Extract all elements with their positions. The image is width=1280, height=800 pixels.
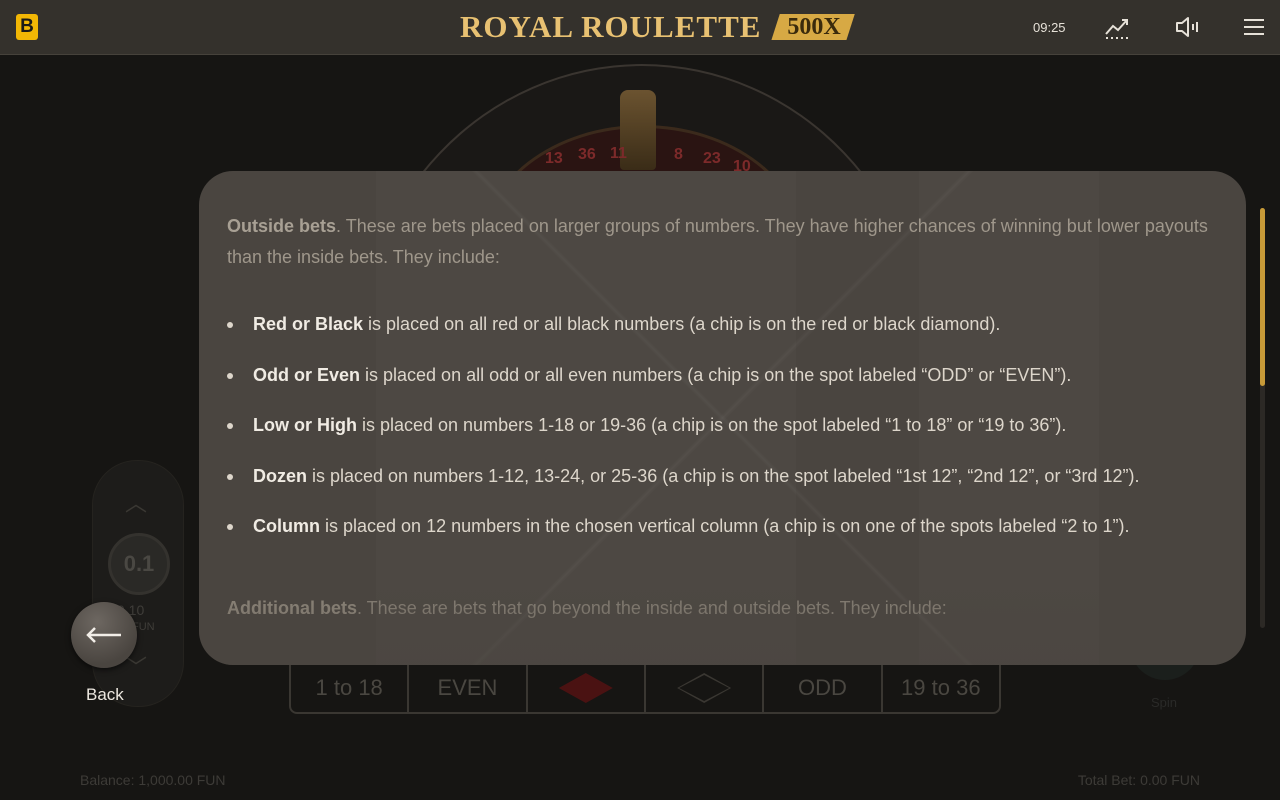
board-cell-low[interactable]: 1 to 18	[291, 664, 410, 712]
game-title-text: ROYAL ROULETTE	[460, 9, 762, 44]
wheel-number: 36	[578, 146, 596, 163]
additional-bets-intro: Additional bets. These are bets that go …	[227, 598, 947, 619]
betting-board: 1 to 18 EVEN ODD 19 to 36	[289, 664, 1001, 714]
balance-text: Balance: 1,000.00 FUN	[80, 772, 226, 788]
red-diamond-icon	[558, 673, 613, 703]
menu-icon[interactable]	[1241, 14, 1267, 40]
wheel-number: 13	[545, 150, 563, 167]
back-button[interactable]	[71, 602, 137, 668]
list-item: Dozen is placed on numbers 1-12, 13-24, …	[227, 461, 1217, 492]
bet-term: Column	[253, 516, 320, 536]
arrow-left-icon	[86, 627, 121, 643]
history-chart-icon[interactable]	[1104, 14, 1130, 40]
total-bet-text: Total Bet: 0.00 FUN	[1077, 772, 1200, 788]
list-item: Column is placed on 12 numbers in the ch…	[227, 511, 1217, 542]
game-title: ROYAL ROULETTE 500X	[460, 9, 855, 44]
board-cell-red[interactable]	[528, 664, 646, 712]
outside-bets-description: . These are bets placed on larger groups…	[227, 216, 1208, 267]
bet-term: Low or High	[253, 415, 357, 435]
additional-bets-heading: Additional bets	[227, 598, 357, 618]
spin-label: Spin	[1151, 695, 1178, 710]
bet-term: Odd or Even	[253, 364, 361, 385]
list-item: Red or Black is placed on all red or all…	[227, 309, 1217, 340]
sound-icon[interactable]	[1174, 14, 1200, 40]
bet-term: Red or Black	[253, 314, 364, 334]
list-item: Low or High is placed on numbers 1-18 or…	[227, 410, 1217, 441]
wheel-number: 23	[703, 150, 721, 167]
board-cell-odd[interactable]: ODD	[764, 664, 883, 712]
back-label: Back	[86, 685, 124, 704]
bet-description: is placed on numbers 1-18 or 19-36 (a ch…	[356, 415, 1067, 435]
black-diamond-icon	[677, 673, 732, 703]
wheel-number: 8	[674, 146, 683, 163]
bet-description: is placed on numbers 1-12, 13-24, or 25-…	[307, 465, 1140, 486]
stake-increase-icon[interactable]: ︿	[125, 486, 147, 518]
rules-panel: Outside bets. These are bets placed on l…	[199, 171, 1246, 665]
outside-bets-heading: Outside bets	[227, 216, 337, 236]
bet-description: is placed on all red or all black number…	[363, 314, 1001, 334]
wheel-number: 11	[610, 145, 627, 162]
top-bar: B ROYAL ROULETTE 500X 09:25	[0, 0, 1280, 55]
list-item: Odd or Even is placed on all odd or all …	[227, 360, 1217, 391]
additional-bets-description: . These are bets that go beyond the insi…	[357, 598, 947, 618]
bet-description: is placed on all odd or all even numbers…	[360, 364, 1072, 385]
scrollbar-thumb[interactable]	[1260, 208, 1265, 386]
game-title-badge: 500X	[771, 14, 855, 40]
brand-logo[interactable]: B	[16, 14, 38, 40]
board-cell-high[interactable]: 19 to 36	[883, 664, 999, 712]
bet-description: is placed on 12 numbers in the chosen ve…	[320, 516, 1130, 536]
rules-content: Outside bets. These are bets placed on l…	[227, 211, 1217, 562]
stake-chip[interactable]: 0.1	[108, 533, 170, 595]
bet-term: Dozen	[253, 465, 307, 486]
clock: 09:25	[1033, 20, 1066, 35]
board-cell-black[interactable]	[646, 664, 765, 712]
outside-bets-list: Red or Black is placed on all red or all…	[227, 309, 1217, 542]
outside-bets-intro: Outside bets. These are bets placed on l…	[227, 211, 1217, 273]
board-cell-even[interactable]: EVEN	[409, 664, 528, 712]
